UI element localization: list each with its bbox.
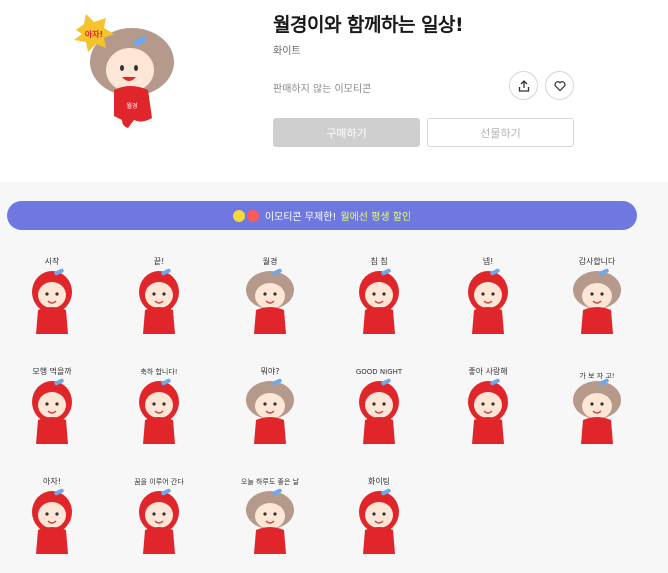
sticker-text: 넵! [483, 256, 494, 266]
share-icon [518, 79, 529, 92]
sticker-gallery: 이모티콘 무제한! 월에선 평생 할인 시작 끝! 월경 침 침 넵! 감사합니다모행 먹… [0, 182, 668, 573]
sticker-item[interactable]: 월경 [228, 256, 312, 340]
sticker-text: 꿈을 이루어 간다 [134, 477, 184, 486]
share-button[interactable] [509, 71, 538, 100]
product-header: 월경 아자! 월경이와 함께하는 일상! 화이트 판매하지 않는 이모티콘 구매… [0, 0, 668, 182]
sticker-item[interactable]: 화이팅 [337, 476, 421, 560]
sticker-text: 뭐야? [261, 366, 280, 376]
sticker-text: 감사합니다 [579, 256, 616, 266]
sticker-item[interactable]: 뭐야? [228, 366, 312, 450]
sticker-item[interactable]: 넵! [446, 256, 530, 340]
sticker-text: 끝! [154, 257, 165, 266]
hero-bubble-text: 아자! [85, 29, 103, 39]
hero-sticker-image: 월경 아자! [72, 10, 192, 130]
product-title: 월경이와 함께하는 일상! [273, 14, 464, 36]
hero-shirt-text: 월경 [126, 102, 137, 110]
sticker-item[interactable]: 아자! [10, 476, 94, 560]
promo-banner[interactable]: 이모티콘 무제한! 월에선 평생 할인 [7, 201, 637, 230]
sticker-text: 시작 [45, 256, 60, 266]
sticker-item[interactable]: 오늘 하루도 좋은 날 [228, 476, 312, 560]
sticker-item[interactable]: 모행 먹을까 [10, 366, 94, 450]
like-button[interactable] [545, 71, 574, 100]
sticker-item[interactable]: 감사합니다 [555, 256, 639, 340]
gift-button[interactable]: 선물하기 [427, 118, 574, 147]
buy-button[interactable]: 구매하기 [273, 118, 420, 147]
sticker-text: 화이팅 [368, 476, 390, 486]
sticker-item[interactable]: 꿈을 이루어 간다 [117, 476, 201, 560]
sticker-item[interactable]: 축하 합니다! [117, 366, 201, 450]
sticker-item[interactable]: 침 침 [337, 256, 421, 340]
sticker-text: 가 보 자 고! [579, 371, 614, 380]
sticker-text: 침 침 [370, 257, 387, 266]
sticker-item[interactable]: GOOD NIGHT [337, 366, 421, 450]
emoticon-plus-icon [232, 209, 245, 222]
banner-highlight: 월에선 평생 할인 [340, 212, 412, 223]
sticker-item[interactable]: 끝! [117, 256, 201, 340]
sticker-text: GOOD NIGHT [356, 368, 403, 376]
banner-text: 이모티콘 무제한! [264, 212, 337, 223]
sticker-item[interactable]: 시작 [10, 256, 94, 340]
sticker-text: 오늘 하루도 좋은 날 [241, 477, 300, 486]
heart-badge-icon [246, 209, 259, 222]
sticker-text: 좋아 사랑해 [468, 366, 507, 376]
sticker-text: 모행 먹을까 [32, 366, 72, 376]
sticker-item[interactable]: 가 보 자 고! [555, 366, 639, 450]
sticker-text: 월경 [263, 256, 278, 266]
author-name[interactable]: 화이트 [273, 42, 301, 57]
sale-status: 판매하지 않는 이모티콘 [273, 84, 372, 95]
sticker-text: 아자! [43, 476, 61, 486]
sticker-text: 축하 합니다! [140, 367, 177, 376]
sticker-item[interactable]: 좋아 사랑해 [446, 366, 530, 450]
heart-icon [553, 80, 566, 91]
